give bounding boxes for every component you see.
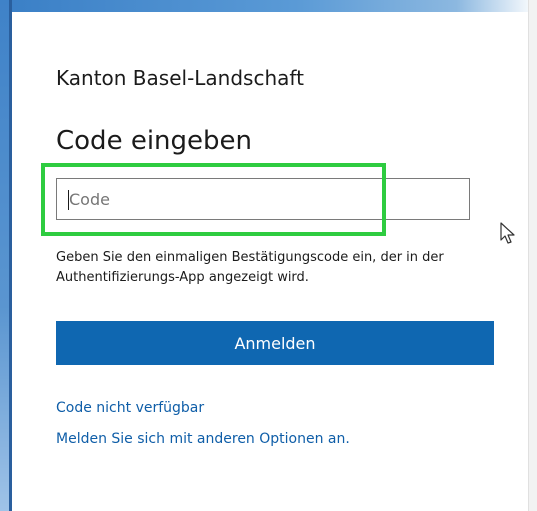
window-left-edge (0, 0, 12, 511)
code-input[interactable] (56, 178, 470, 220)
sign-in-page: Kanton Basel-Landschaft Code eingeben Ge… (0, 0, 537, 511)
login-button[interactable]: Anmelden (56, 321, 494, 365)
other-options-link[interactable]: Melden Sie sich mit anderen Optionen an. (56, 431, 350, 447)
mouse-pointer-icon (500, 222, 515, 244)
page-title: Code eingeben (56, 126, 253, 156)
code-unavailable-link[interactable]: Code nicht verfügbar (56, 400, 204, 416)
organization-name: Kanton Basel-Landschaft (56, 66, 304, 90)
window-right-edge (528, 0, 537, 511)
text-caret (68, 190, 69, 210)
hint-text: Geben Sie den einmaligen Bestätigungscod… (56, 250, 444, 285)
window-top-edge (0, 0, 537, 12)
